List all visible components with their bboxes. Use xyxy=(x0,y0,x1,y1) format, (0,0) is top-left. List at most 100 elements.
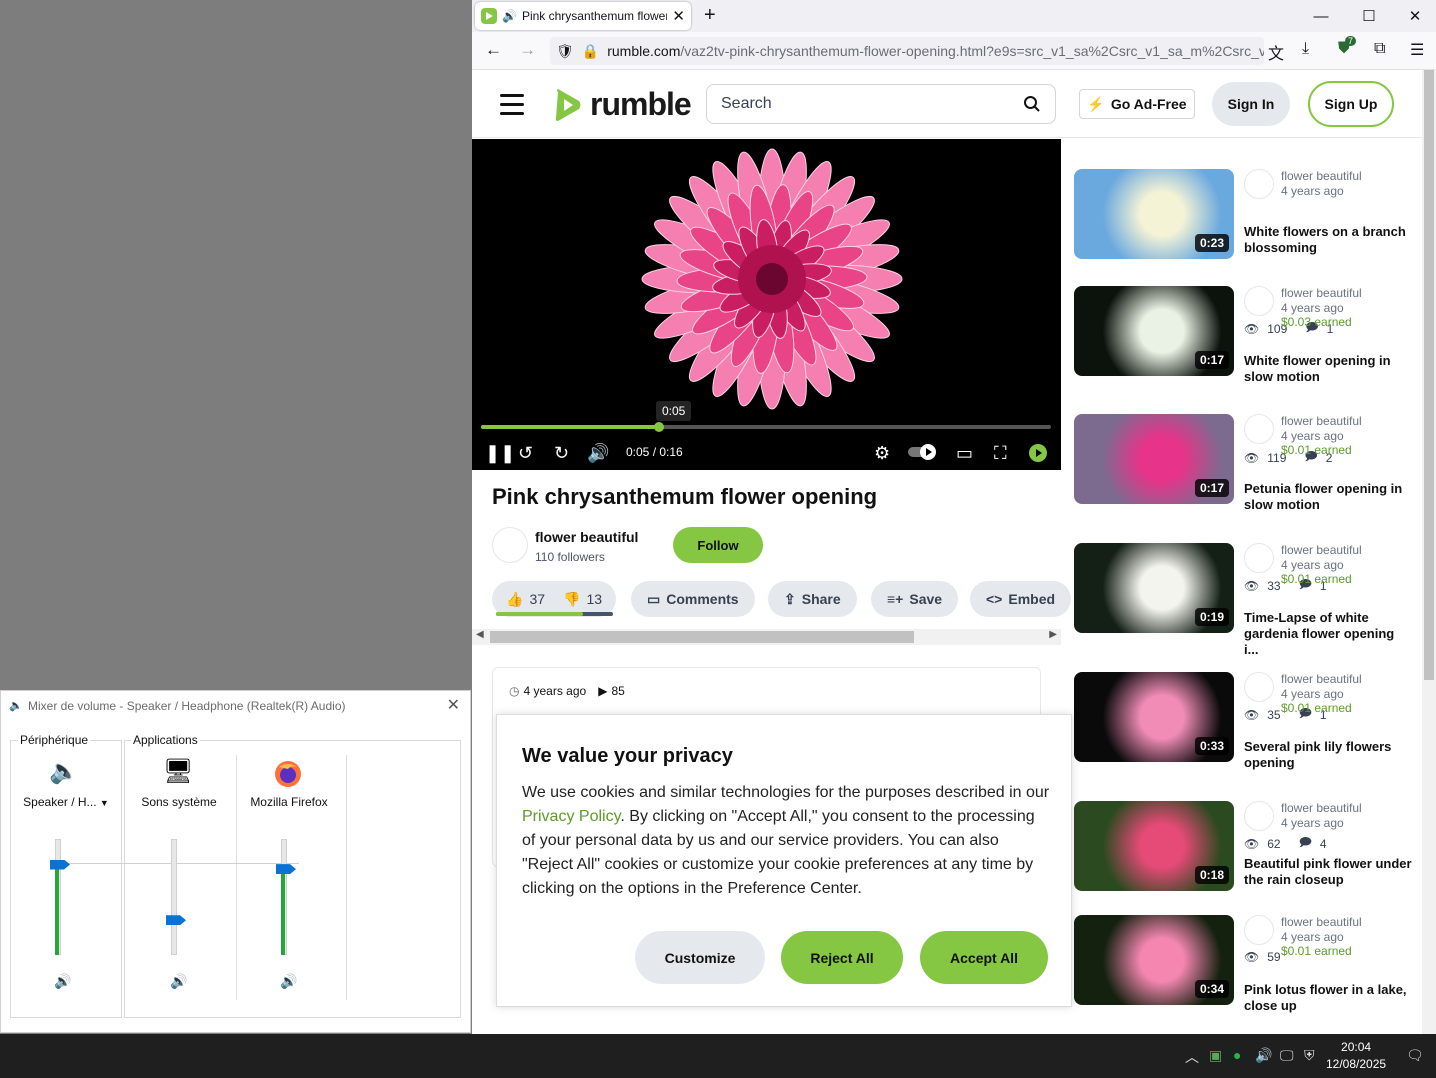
related-video-item[interactable]: 0:34 flower beautiful 4 years ago $0.01 ear… xyxy=(1074,915,1420,1078)
back-button[interactable]: ← xyxy=(485,40,502,60)
channel-avatar[interactable] xyxy=(1244,915,1274,945)
forward-icon[interactable]: ↻ xyxy=(554,443,569,464)
scroll-thumb[interactable] xyxy=(490,631,914,643)
video-thumbnail[interactable]: 0:34 xyxy=(1074,915,1234,1005)
rumble-logo[interactable]: rumble xyxy=(552,86,692,123)
channel-avatar[interactable] xyxy=(1244,543,1274,573)
related-video-item[interactable]: 0:23 flower beautiful 4 years ago White flo… xyxy=(1074,169,1420,336)
clock[interactable]: 20:04 12/08/2025 xyxy=(1326,1039,1386,1073)
channel-name[interactable]: flower beautiful xyxy=(1281,414,1362,429)
thumbs-up-icon[interactable]: 👍 xyxy=(506,591,523,608)
channel-name[interactable]: flower beautiful xyxy=(1281,286,1362,301)
settings-gear-icon[interactable]: ⚙ xyxy=(874,443,890,464)
video-thumbnail[interactable]: 0:23 xyxy=(1074,169,1234,259)
network-tray-icon[interactable]: 🖵 xyxy=(1280,1047,1294,1064)
comments-button[interactable]: ▭ Comments xyxy=(631,581,755,617)
related-video-item[interactable]: 0:18 flower beautiful 4 years ago Beautiful… xyxy=(1074,801,1420,964)
video-thumbnail[interactable]: 0:19 xyxy=(1074,543,1234,633)
go-ad-free-button[interactable]: ⚡ Go Ad-Free xyxy=(1079,89,1195,119)
sign-up-button[interactable]: Sign Up xyxy=(1308,81,1394,127)
customize-button[interactable]: Customize xyxy=(635,931,765,984)
rumble-play-icon[interactable] xyxy=(1028,443,1048,468)
save-button[interactable]: ≡+ Save xyxy=(871,581,959,617)
progress-bar[interactable] xyxy=(481,422,1051,432)
address-bar[interactable]: 🛡 🔒 rumble.com/vaz2tv-pink-chrysanthemum… xyxy=(550,37,1264,65)
theater-mode-icon[interactable]: ▭ xyxy=(956,443,973,464)
maximize-button[interactable]: ☐ xyxy=(1346,0,1392,32)
defender-tray-icon[interactable]: ⛨ xyxy=(1304,1047,1315,1064)
slider-knob[interactable] xyxy=(276,864,296,875)
minimize-button[interactable]: — xyxy=(1298,0,1344,32)
related-video-title[interactable]: Several pink lily flowers opening xyxy=(1244,739,1412,771)
video-thumbnail[interactable]: 0:18 xyxy=(1074,801,1234,891)
follow-button[interactable]: Follow xyxy=(673,527,763,563)
new-tab-button[interactable]: + xyxy=(704,4,716,27)
related-video-title[interactable]: Beautiful pink flower under the rain clo… xyxy=(1244,856,1412,888)
video-thumbnail[interactable]: 0:17 xyxy=(1074,286,1234,376)
search-input[interactable]: Search xyxy=(706,84,1056,124)
forward-button[interactable]: → xyxy=(519,40,536,60)
related-video-title[interactable]: White flowers on a branch blossoming xyxy=(1244,224,1412,256)
channel-name[interactable]: flower beautiful xyxy=(1281,801,1362,816)
accept-all-button[interactable]: Accept All xyxy=(920,931,1048,984)
related-video-item[interactable]: 0:33 flower beautiful 4 years ago $0.01 ear… xyxy=(1074,672,1420,851)
menu-icon[interactable]: ☰ xyxy=(1410,40,1424,60)
notifications-icon[interactable]: 🗨 xyxy=(1406,1047,1424,1064)
video-player[interactable]: 0:05 ❚❚ ↺ ↻ 🔊 0:05 / 0:16 ⚙ ▭ ⛶ xyxy=(472,139,1061,470)
hamburger-menu-icon[interactable] xyxy=(500,94,524,121)
extension-shield-icon[interactable]: ⛊ 7 xyxy=(1338,36,1357,58)
browser-tab[interactable]: 🔊 Pink chrysanthemum flower opening ✕ xyxy=(475,2,691,30)
channel-avatar[interactable] xyxy=(1244,286,1274,316)
autoplay-toggle[interactable] xyxy=(908,443,938,466)
chevron-up-icon[interactable]: ︿ xyxy=(1185,1047,1199,1067)
related-video-item[interactable]: 0:19 flower beautiful 4 years ago $0.01 ear… xyxy=(1074,543,1420,722)
firefox-volume-slider[interactable] xyxy=(276,839,296,955)
search-icon[interactable] xyxy=(1023,95,1041,113)
vertical-scrollbar[interactable] xyxy=(1422,70,1436,1034)
related-video-title[interactable]: Time-Lapse of white gardenia flower open… xyxy=(1244,610,1412,658)
channel-avatar[interactable] xyxy=(1244,801,1274,831)
scroll-right-icon[interactable]: ▶ xyxy=(1049,629,1057,640)
extensions-icon[interactable]: ⧉ xyxy=(1374,40,1385,58)
slider-knob[interactable] xyxy=(50,859,70,870)
firefox-mute-icon[interactable]: 🔊 xyxy=(280,973,297,990)
privacy-policy-link[interactable]: Privacy Policy xyxy=(522,808,620,825)
share-button[interactable]: ⇪ Share xyxy=(768,581,857,617)
related-video-title[interactable]: Pink lotus flower in a lake, close up xyxy=(1244,982,1412,1014)
scroll-thumb[interactable] xyxy=(1424,70,1434,680)
pause-icon[interactable]: ❚❚ xyxy=(485,443,515,464)
reject-all-button[interactable]: Reject All xyxy=(781,931,903,984)
video-thumbnail[interactable]: 0:33 xyxy=(1074,672,1234,762)
speaker-icon[interactable]: 🔊 xyxy=(502,9,517,23)
channel-avatar[interactable] xyxy=(492,527,528,563)
kaspersky-tray-icon[interactable]: ● xyxy=(1233,1047,1241,1063)
device-volume-slider[interactable] xyxy=(50,839,70,955)
system-sounds-mute-icon[interactable]: 🔊 xyxy=(170,973,187,990)
embed-button[interactable]: <> Embed xyxy=(970,581,1072,617)
sign-in-button[interactable]: Sign In xyxy=(1212,82,1290,126)
channel-name[interactable]: flower beautiful xyxy=(1281,672,1362,687)
channel-name[interactable]: flower beautiful xyxy=(1281,169,1362,184)
slider-knob[interactable] xyxy=(166,915,186,926)
related-video-title[interactable]: Petunia flower opening in slow motion xyxy=(1244,481,1412,513)
close-icon[interactable]: ✕ xyxy=(447,695,460,715)
fullscreen-icon[interactable]: ⛶ xyxy=(994,443,1007,464)
related-video-item[interactable]: 0:17 flower beautiful 4 years ago $0.03 ear… xyxy=(1074,286,1420,465)
volume-tray-icon[interactable]: 🔊 xyxy=(1255,1047,1272,1064)
download-icon[interactable]: ⤓ xyxy=(1302,40,1309,58)
channel-avatar[interactable] xyxy=(1244,169,1274,199)
translate-icon[interactable]: 文 xyxy=(1268,40,1284,64)
shield-icon[interactable]: 🛡 xyxy=(556,43,574,60)
horizontal-scrollbar[interactable]: ◀ ▶ xyxy=(472,629,1061,645)
scroll-left-icon[interactable]: ◀ xyxy=(476,629,484,640)
device-name-dropdown[interactable]: Speaker / H... ▼ xyxy=(11,795,121,809)
channel-name[interactable]: flower beautiful xyxy=(1281,543,1362,558)
close-tab-icon[interactable]: ✕ xyxy=(672,7,685,25)
video-thumbnail[interactable]: 0:17 xyxy=(1074,414,1234,504)
related-video-item[interactable]: 0:17 flower beautiful 4 years ago $0.01 ear… xyxy=(1074,414,1420,593)
channel-avatar[interactable] xyxy=(1244,414,1274,444)
system-sounds-volume-slider[interactable] xyxy=(166,839,186,955)
channel-name[interactable]: flower beautiful xyxy=(535,529,638,545)
rewind-icon[interactable]: ↺ xyxy=(518,443,533,464)
lock-icon[interactable]: 🔒 xyxy=(582,43,599,60)
